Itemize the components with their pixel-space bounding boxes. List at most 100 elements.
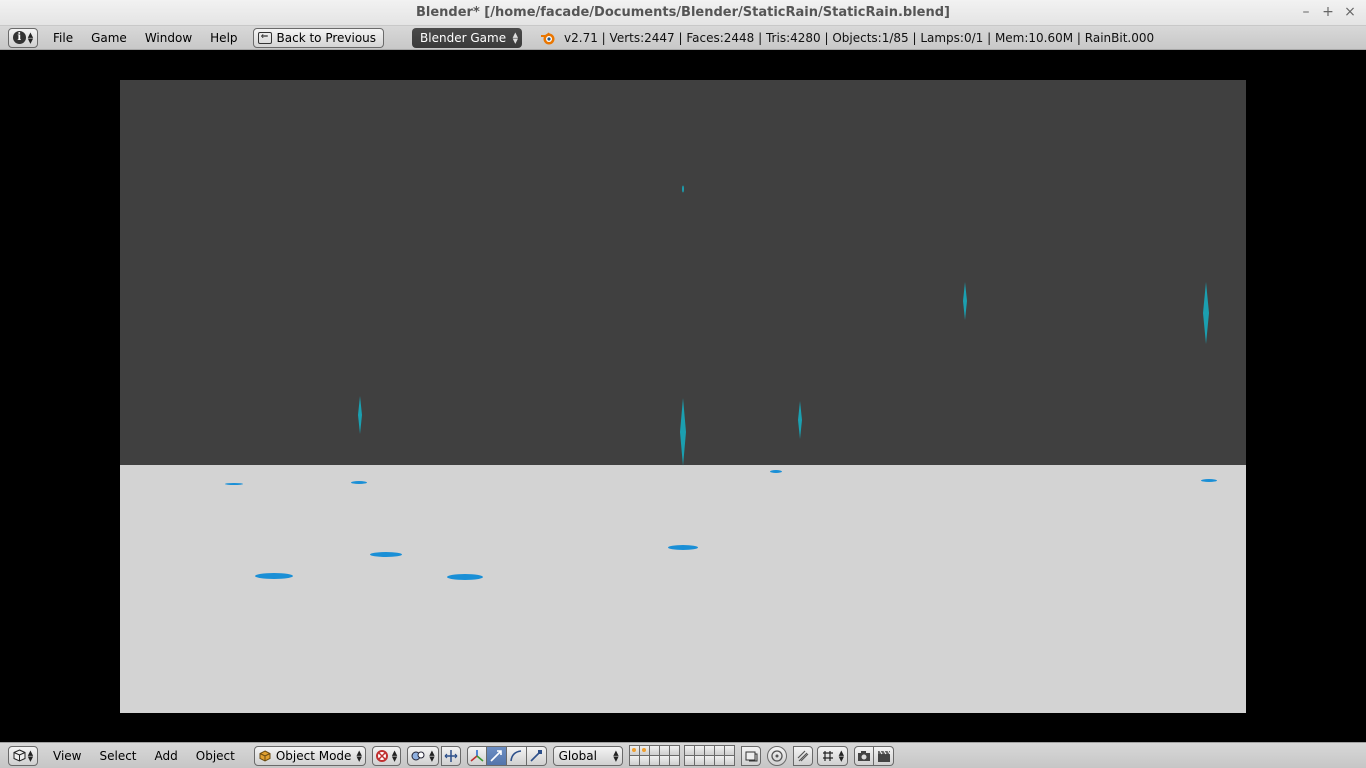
magnet-icon xyxy=(797,750,809,761)
layer-button[interactable] xyxy=(639,746,649,755)
layer-button[interactable] xyxy=(694,756,704,765)
menu-window[interactable]: Window xyxy=(136,28,201,48)
manipulator-icon xyxy=(444,749,458,762)
layer-button[interactable] xyxy=(704,746,714,755)
scale-manipulator-button[interactable] xyxy=(526,745,547,766)
layer-button[interactable] xyxy=(659,746,669,755)
raindrop xyxy=(798,401,802,439)
game-viewport[interactable] xyxy=(0,50,1366,742)
raindrop xyxy=(358,396,362,434)
updown-arrows-icon: ▲ ▼ xyxy=(391,748,398,763)
scene-ground xyxy=(120,465,1246,713)
layer-button[interactable] xyxy=(714,756,724,765)
close-button[interactable]: × xyxy=(1342,3,1358,21)
rain-splash xyxy=(770,470,782,473)
engine-select-label: Blender Game xyxy=(420,30,507,45)
raindrop xyxy=(963,282,967,320)
layer-button[interactable] xyxy=(684,756,694,765)
rain-splash xyxy=(668,545,698,550)
manipulator-toggle-button[interactable] xyxy=(440,745,461,766)
layer-button[interactable] xyxy=(724,756,734,765)
layer-block-1 xyxy=(628,745,680,766)
layer-button[interactable] xyxy=(659,756,669,765)
minimize-button[interactable]: – xyxy=(1298,3,1314,21)
rotate-arc-icon xyxy=(510,749,522,761)
layer-button[interactable] xyxy=(639,756,649,765)
back-to-previous-button[interactable]: ⇐ Back to Previous xyxy=(252,27,385,48)
raindrop xyxy=(1203,282,1209,344)
proportional-edit-button[interactable] xyxy=(766,745,787,766)
pivot-point-select[interactable]: ▲ ▼ xyxy=(407,745,439,766)
engine-select[interactable]: Blender Game ▲ ▼ xyxy=(412,27,523,48)
render-image-button[interactable] xyxy=(854,745,875,766)
rain-splash xyxy=(1201,479,1217,482)
menu-file[interactable]: File xyxy=(44,28,82,48)
pivot-icon xyxy=(411,751,425,760)
updown-arrows-icon: ▲ ▼ xyxy=(356,748,362,763)
layer-block-2 xyxy=(683,745,735,766)
maximize-button[interactable]: + xyxy=(1320,3,1336,21)
transform-axes-icon xyxy=(470,749,484,762)
rain-splash xyxy=(370,552,402,557)
editor-type-selector[interactable]: ▲ ▼ xyxy=(8,745,38,766)
viewport-shading-select[interactable]: ▲ ▼ xyxy=(371,745,402,766)
layer-button[interactable] xyxy=(669,746,679,755)
render-animation-button[interactable] xyxy=(874,745,895,766)
snap-toggle-button[interactable] xyxy=(792,745,813,766)
menu-select[interactable]: Select xyxy=(90,746,145,766)
layer-button[interactable] xyxy=(724,746,734,755)
scale-icon xyxy=(530,749,543,762)
layer-selector xyxy=(628,745,735,766)
object-mode-icon xyxy=(259,749,271,762)
layer-button[interactable] xyxy=(684,746,694,755)
translate-arrow-icon xyxy=(490,749,502,762)
back-arrow-icon: ⇐ xyxy=(257,31,272,44)
layer-button[interactable] xyxy=(629,746,639,755)
rotate-manipulator-button[interactable] xyxy=(506,745,527,766)
window-title: Blender* [/home/facade/Documents/Blender… xyxy=(416,5,950,20)
updown-arrows-icon: ▲ ▼ xyxy=(27,30,34,45)
shading-icon xyxy=(375,749,388,762)
layer-button[interactable] xyxy=(649,756,659,765)
layer-button[interactable] xyxy=(669,756,679,765)
blender-logo-icon xyxy=(541,31,555,44)
camera-icon xyxy=(858,750,871,761)
rain-splash xyxy=(447,574,483,580)
snap-grid-icon xyxy=(822,750,833,761)
mode-select-label: Object Mode xyxy=(275,748,352,763)
mode-select[interactable]: Object Mode ▲ ▼ xyxy=(253,745,366,766)
window-titlebar: Blender* [/home/facade/Documents/Blender… xyxy=(0,0,1366,26)
editor-type-selector[interactable]: i ▲ ▼ xyxy=(8,27,38,48)
updown-arrows-icon: ▲ ▼ xyxy=(613,748,619,763)
lock-layer-icon xyxy=(745,751,758,761)
cube-icon xyxy=(13,749,26,762)
game-scene[interactable] xyxy=(120,80,1246,713)
menu-view[interactable]: View xyxy=(44,746,90,766)
menu-object[interactable]: Object xyxy=(187,746,244,766)
rain-splash xyxy=(255,573,293,579)
layer-button[interactable] xyxy=(704,756,714,765)
clapperboard-icon xyxy=(877,750,890,762)
updown-arrows-icon: ▲ ▼ xyxy=(27,748,34,763)
transform-orientation-label: Global xyxy=(558,748,597,763)
rain-splash xyxy=(351,481,367,484)
menu-help[interactable]: Help xyxy=(201,28,246,48)
layer-button[interactable] xyxy=(694,746,704,755)
translate-manipulator-button[interactable] xyxy=(486,745,507,766)
transform-manipulator-toggle[interactable] xyxy=(466,745,487,766)
layer-button[interactable] xyxy=(714,746,724,755)
layer-button[interactable] xyxy=(629,756,639,765)
back-to-previous-label: Back to Previous xyxy=(276,30,377,45)
layer-button[interactable] xyxy=(649,746,659,755)
updown-arrows-icon: ▲ ▼ xyxy=(838,748,845,763)
snap-element-select[interactable]: ▲ ▼ xyxy=(816,745,849,766)
menu-game[interactable]: Game xyxy=(82,28,136,48)
lock-camera-button[interactable] xyxy=(740,745,761,766)
rain-splash xyxy=(225,483,243,485)
menu-add[interactable]: Add xyxy=(146,746,187,766)
scene-stats: v2.71 | Verts:2447 | Faces:2448 | Tris:4… xyxy=(564,30,1155,45)
updown-arrows-icon: ▲ ▼ xyxy=(429,748,435,763)
updown-arrows-icon: ▲ ▼ xyxy=(512,30,519,45)
raindrop xyxy=(682,185,684,193)
transform-orientation-select[interactable]: Global ▲ ▼ xyxy=(552,745,623,766)
